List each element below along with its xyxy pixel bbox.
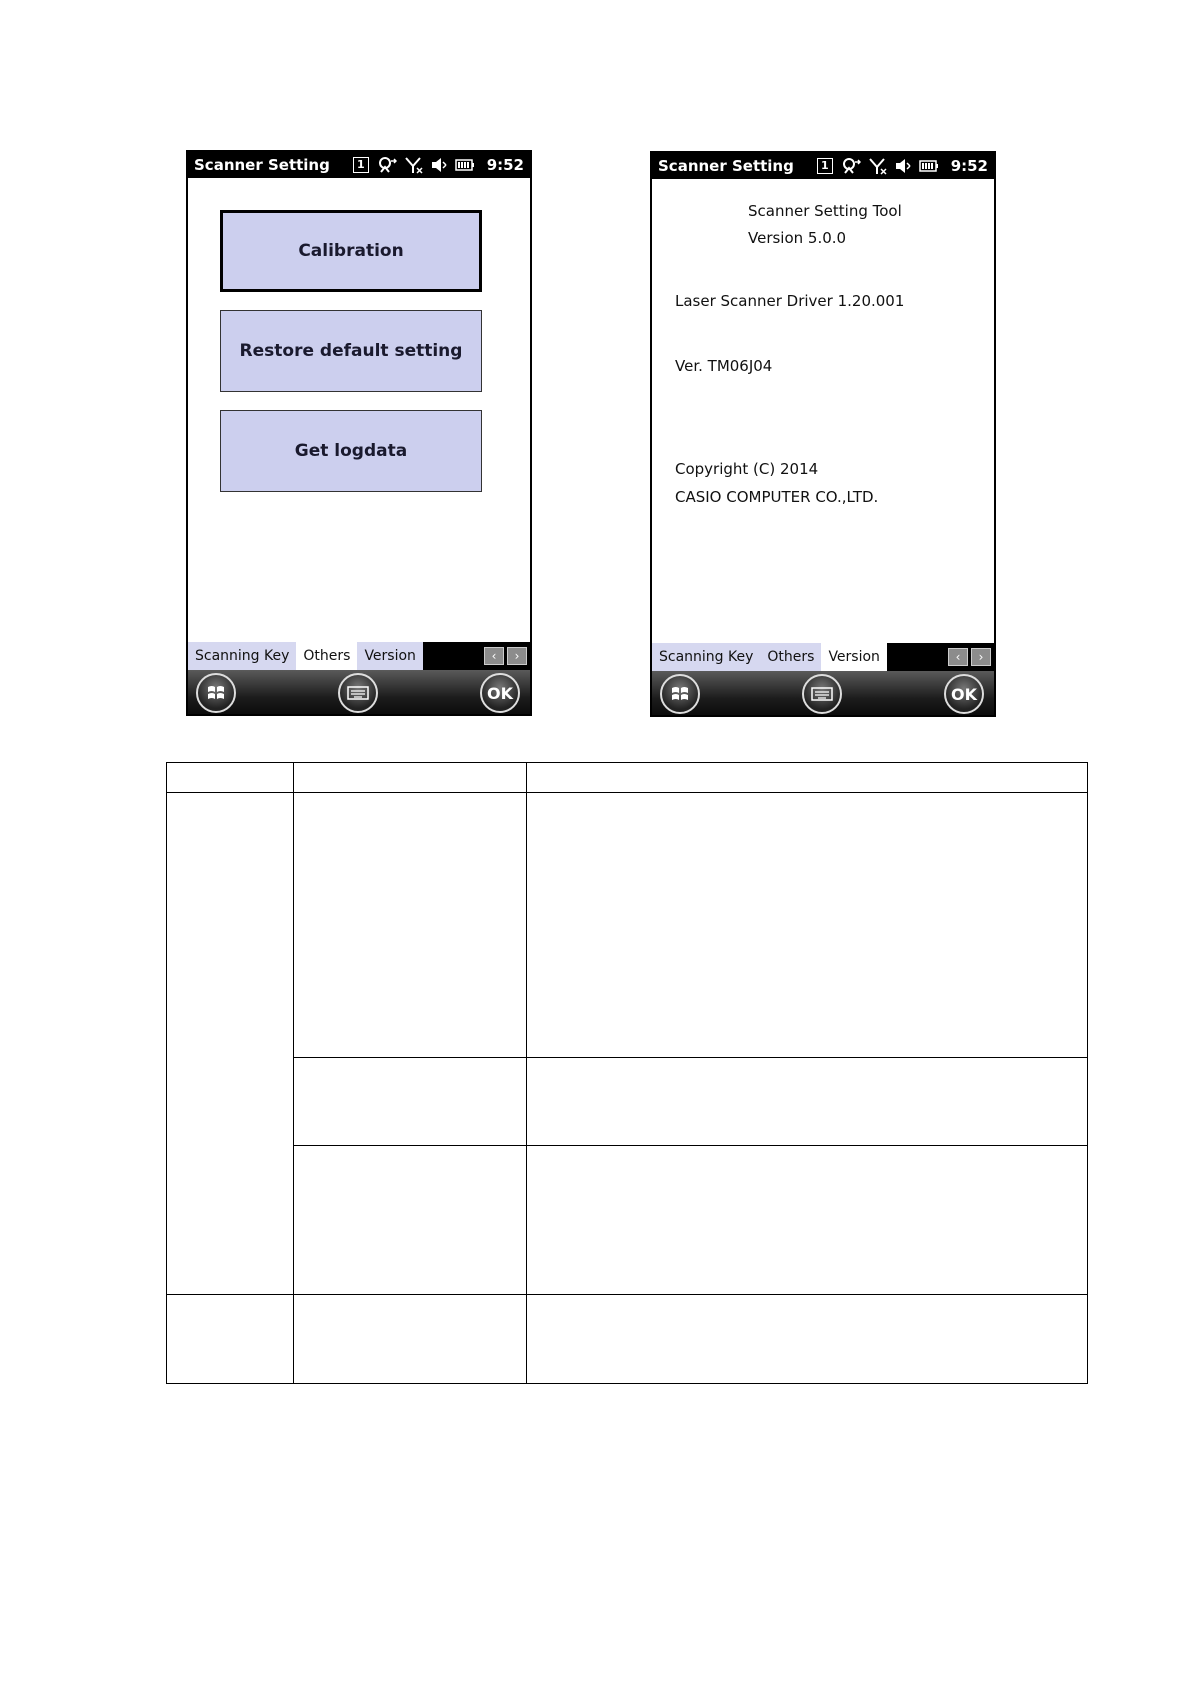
company-name: CASIO COMPUTER CO.,LTD. bbox=[675, 488, 879, 506]
windows-start-icon[interactable] bbox=[660, 674, 700, 714]
table-cell bbox=[525, 792, 1089, 1058]
windows-start-icon[interactable] bbox=[196, 673, 236, 713]
tab-next-arrow-icon[interactable]: › bbox=[971, 648, 991, 666]
app-title: Scanner Setting bbox=[194, 156, 330, 174]
table-cell bbox=[525, 1294, 1089, 1384]
keyboard-icon[interactable] bbox=[338, 673, 378, 713]
tool-name: Scanner Setting Tool bbox=[748, 202, 902, 220]
ok-button[interactable]: OK bbox=[480, 673, 520, 713]
table-cell bbox=[292, 1057, 527, 1146]
connectivity-icon bbox=[378, 157, 397, 173]
clock: 9:52 bbox=[950, 157, 988, 175]
clock: 9:52 bbox=[486, 156, 524, 174]
connectivity-icon bbox=[842, 158, 861, 174]
table-cell bbox=[292, 792, 527, 1058]
firmware-version: Ver. TM06J04 bbox=[675, 357, 773, 375]
sim-indicator: 1 bbox=[817, 158, 833, 174]
tab-scanning-key[interactable]: Scanning Key bbox=[652, 643, 761, 671]
status-bar: Scanner Setting 1 9:52 bbox=[652, 153, 994, 179]
table-cell bbox=[292, 762, 527, 793]
tab-next-arrow-icon[interactable]: › bbox=[507, 647, 527, 665]
tab-others[interactable]: Others bbox=[296, 642, 358, 670]
table-cell bbox=[166, 762, 294, 793]
table-row bbox=[167, 1057, 1089, 1146]
table-cell bbox=[525, 1057, 1089, 1146]
table-cell bbox=[292, 1145, 527, 1295]
tab-bar: Scanning Key Others Version ‹ › bbox=[188, 642, 530, 670]
no-signal-icon bbox=[404, 157, 423, 174]
restore-default-button[interactable]: Restore default setting bbox=[220, 310, 482, 392]
soft-key-bar: OK bbox=[652, 671, 994, 715]
tab-prev-arrow-icon[interactable]: ‹ bbox=[484, 647, 504, 665]
device-screen-version: Scanner Setting 1 9:52 Scanner Setting T… bbox=[650, 151, 996, 717]
settings-table bbox=[166, 762, 1089, 1384]
app-title: Scanner Setting bbox=[658, 157, 794, 175]
battery-icon bbox=[454, 159, 474, 171]
table-row bbox=[166, 1294, 1089, 1384]
get-logdata-button[interactable]: Get logdata bbox=[220, 410, 482, 492]
tab-others[interactable]: Others bbox=[760, 643, 822, 671]
driver-version: Laser Scanner Driver 1.20.001 bbox=[675, 292, 905, 310]
soft-key-bar: OK bbox=[188, 670, 530, 714]
table-cell bbox=[166, 792, 294, 1295]
table-header-row bbox=[166, 762, 1089, 793]
ok-button[interactable]: OK bbox=[944, 674, 984, 714]
sim-indicator: 1 bbox=[353, 157, 369, 173]
speaker-muted-icon bbox=[895, 159, 911, 173]
keyboard-icon[interactable] bbox=[802, 674, 842, 714]
calibration-button[interactable]: Calibration bbox=[220, 210, 482, 292]
tab-version[interactable]: Version bbox=[357, 642, 423, 670]
table-cell bbox=[525, 762, 1089, 793]
speaker-muted-icon bbox=[431, 158, 447, 172]
tool-version: Version 5.0.0 bbox=[748, 229, 847, 247]
device-screen-others: Scanner Setting 1 9:52 Calibration Resto… bbox=[186, 150, 532, 716]
tab-prev-arrow-icon[interactable]: ‹ bbox=[948, 648, 968, 666]
battery-icon bbox=[918, 160, 938, 172]
table-cell bbox=[525, 1145, 1089, 1295]
status-bar: Scanner Setting 1 9:52 bbox=[188, 152, 530, 178]
tab-scanning-key[interactable]: Scanning Key bbox=[188, 642, 297, 670]
table-cell bbox=[166, 1294, 294, 1384]
no-signal-icon bbox=[868, 158, 887, 175]
table-row bbox=[166, 792, 1089, 1295]
copyright: Copyright (C) 2014 bbox=[675, 460, 819, 478]
table-row bbox=[167, 1145, 1089, 1295]
tab-version[interactable]: Version bbox=[821, 643, 887, 671]
table-cell bbox=[292, 1294, 527, 1384]
tab-bar: Scanning Key Others Version ‹ › bbox=[652, 643, 994, 671]
